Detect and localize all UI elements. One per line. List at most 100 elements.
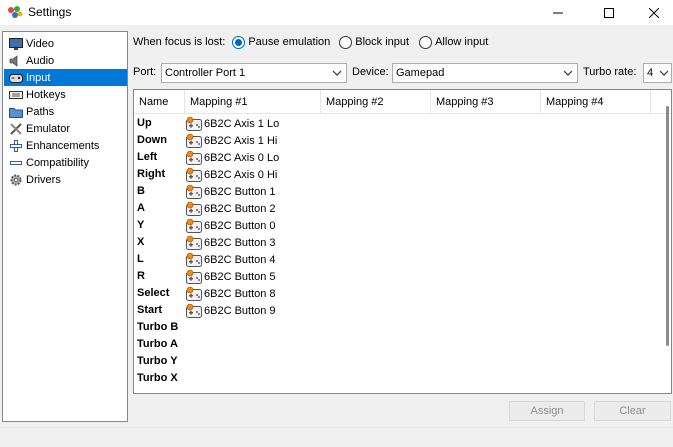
sidebar-item-label: Paths: [26, 105, 55, 118]
radio-label: Block input: [355, 36, 410, 48]
table-row[interactable]: A 6B2C Button 2: [134, 200, 654, 217]
window-title: Settings: [28, 5, 72, 19]
table-row[interactable]: Y 6B2C Button 0: [134, 217, 654, 234]
sidebar-item-paths[interactable]: Paths: [4, 103, 127, 120]
sidebar-item-compatibility[interactable]: Compatibility: [4, 154, 127, 171]
table-row[interactable]: Left 6B2C Axis 0 Lo: [134, 149, 654, 166]
column-header-mapping-1[interactable]: Mapping #1: [185, 90, 321, 114]
sidebar-item-enhancements[interactable]: Enhancements: [4, 137, 127, 154]
binding-mapping-1[interactable]: 6B2C Button 8: [186, 285, 276, 302]
table-row[interactable]: B 6B2C Button 1: [134, 183, 654, 200]
radio-unchecked-icon: [419, 35, 433, 49]
radio-allow-input[interactable]: Allow input: [419, 35, 488, 49]
gamepad-icon: [186, 116, 202, 131]
binding-mapping-1[interactable]: 6B2C Button 0: [186, 217, 276, 234]
column-header-mapping-2[interactable]: Mapping #2: [321, 90, 431, 114]
binding-mapping-1[interactable]: 6B2C Axis 0 Hi: [186, 166, 277, 183]
tools-icon: [8, 121, 24, 137]
sidebar-item-label: Audio: [26, 54, 55, 67]
plus-icon: [8, 138, 24, 154]
gamepad-icon: [186, 252, 202, 267]
mapping-text: 6B2C Button 1: [204, 185, 276, 198]
table-row[interactable]: Select 6B2C Button 8: [134, 285, 654, 302]
sidebar-item-hotkeys[interactable]: Hotkeys: [4, 86, 127, 103]
binding-name: Down: [137, 134, 167, 146]
sidebar-item-video[interactable]: Video: [4, 35, 127, 52]
radio-checked-icon: [232, 35, 246, 49]
minimize-button[interactable]: [535, 0, 581, 25]
binding-mapping-1[interactable]: 6B2C Button 3: [186, 234, 276, 251]
speaker-icon: [8, 53, 24, 69]
minimize-icon: [553, 12, 563, 13]
table-header: Name Mapping #1 Mapping #2 Mapping #3 Ma…: [134, 90, 671, 114]
chevron-down-icon: [563, 70, 573, 76]
binding-mapping-1[interactable]: 6B2C Button 1: [186, 183, 276, 200]
binding-mapping-1[interactable]: 6B2C Button 2: [186, 200, 276, 217]
port-select[interactable]: Controller Port 1: [161, 63, 347, 83]
binding-mapping-1[interactable]: 6B2C Axis 1 Hi: [186, 132, 277, 149]
table-row[interactable]: R 6B2C Button 5: [134, 268, 654, 285]
vertical-scrollbar[interactable]: [666, 106, 669, 346]
radio-block-input[interactable]: Block input: [339, 35, 410, 49]
close-icon: [649, 7, 659, 18]
port-value: Controller Port 1: [165, 67, 246, 79]
sidebar-item-audio[interactable]: Audio: [4, 52, 127, 69]
gamepad-icon: [186, 286, 202, 301]
column-header-mapping-4[interactable]: Mapping #4: [541, 90, 651, 114]
binding-name: Select: [137, 287, 170, 299]
sidebar-item-label: Emulator: [26, 122, 71, 135]
table-row[interactable]: Down 6B2C Axis 1 Hi: [134, 132, 654, 149]
binding-name: Turbo B: [137, 321, 179, 333]
device-select[interactable]: Gamepad: [392, 63, 578, 83]
table-row[interactable]: Start 6B2C Button 9: [134, 302, 654, 319]
sidebar-item-label: Enhancements: [26, 139, 100, 152]
sidebar-item-label: Compatibility: [26, 156, 89, 169]
mapping-text: 6B2C Axis 0 Lo: [204, 151, 280, 164]
table-row[interactable]: Turbo B: [134, 319, 654, 336]
keyboard-icon: [8, 87, 24, 103]
mapping-text: 6B2C Button 3: [204, 236, 276, 249]
device-label: Device:: [352, 66, 389, 78]
turbo-rate-select[interactable]: 4: [643, 63, 672, 83]
table-row[interactable]: L 6B2C Button 4: [134, 251, 654, 268]
assign-button[interactable]: Assign: [509, 401, 585, 421]
mapping-text: 6B2C Button 9: [204, 304, 276, 317]
table-row[interactable]: Turbo A: [134, 336, 654, 353]
binding-name: Start: [137, 304, 163, 316]
close-button[interactable]: [631, 0, 673, 25]
binding-mapping-1[interactable]: 6B2C Button 5: [186, 268, 276, 285]
sidebar-item-input[interactable]: Input: [4, 69, 127, 86]
settings-sidebar: Video Audio Input Hotkeys Paths Emulator: [2, 31, 128, 422]
gear-icon: [8, 172, 24, 188]
table-row[interactable]: X 6B2C Button 3: [134, 234, 654, 251]
gamepad-icon: [186, 150, 202, 165]
binding-name: R: [137, 270, 145, 282]
binding-mapping-1[interactable]: 6B2C Button 9: [186, 302, 276, 319]
table-row[interactable]: Turbo X: [134, 370, 654, 387]
binding-name: Left: [137, 151, 158, 163]
mapping-text: 6B2C Button 8: [204, 287, 276, 300]
gamepad-icon: [186, 218, 202, 233]
radio-pause-emulation[interactable]: Pause emulation: [232, 35, 330, 49]
clear-button[interactable]: Clear: [594, 401, 671, 421]
gamepad-icon: [186, 303, 202, 318]
maximize-icon: [604, 7, 614, 18]
binding-mapping-1[interactable]: 6B2C Axis 0 Lo: [186, 149, 279, 166]
table-row[interactable]: Up 6B2C Axis 1 Lo: [134, 115, 654, 132]
gamepad-icon: [186, 235, 202, 250]
binding-mapping-1[interactable]: 6B2C Button 4: [186, 251, 276, 268]
column-header-mapping-3[interactable]: Mapping #3: [431, 90, 541, 114]
sidebar-item-drivers[interactable]: Drivers: [4, 171, 127, 188]
maximize-button[interactable]: [586, 0, 632, 25]
sidebar-item-label: Hotkeys: [26, 88, 66, 101]
table-row[interactable]: Right 6B2C Axis 0 Hi: [134, 166, 654, 183]
focus-lost-row: When focus is lost: Pause emulation Bloc…: [133, 33, 488, 51]
binding-mapping-1[interactable]: 6B2C Axis 1 Lo: [186, 115, 279, 132]
chevron-down-icon: [659, 70, 669, 76]
sidebar-item-emulator[interactable]: Emulator: [4, 120, 127, 137]
binding-name: Turbo X: [137, 372, 178, 384]
table-row[interactable]: Turbo Y: [134, 353, 654, 370]
column-header-name[interactable]: Name: [134, 90, 185, 114]
input-mapping-table[interactable]: Name Mapping #1 Mapping #2 Mapping #3 Ma…: [133, 89, 672, 394]
gamepad-icon: [186, 133, 202, 148]
